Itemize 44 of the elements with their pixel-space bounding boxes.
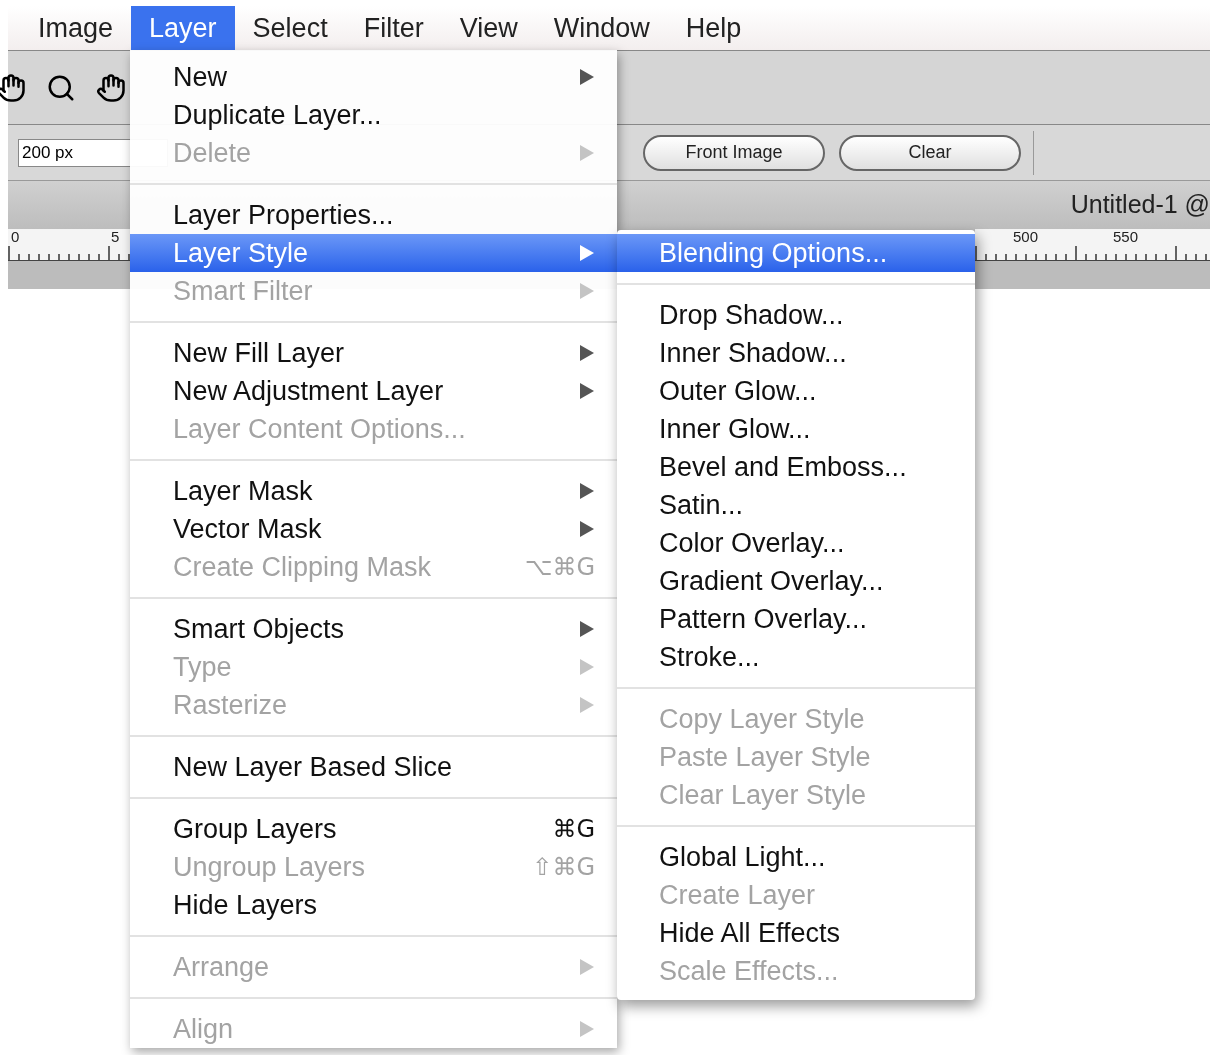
menu-item[interactable]: Gradient Overlay...	[617, 562, 975, 600]
document-title: Untitled-1 @	[1070, 188, 1210, 220]
menu-item[interactable]: Duplicate Layer...	[130, 96, 617, 134]
menu-item[interactable]: New Adjustment Layer	[130, 372, 617, 410]
hand-icon[interactable]	[0, 72, 26, 103]
menu-item[interactable]: Color Overlay...	[617, 524, 975, 562]
shortcut-text: ⌘G	[552, 814, 595, 845]
menu-item[interactable]: Layer Properties...	[130, 196, 617, 234]
shortcut-text: ⇧⌘G	[532, 852, 595, 883]
ruler-label: 0	[11, 229, 20, 244]
menu-bar-item[interactable]: View	[441, 6, 536, 50]
menu-item[interactable]: Vector Mask	[130, 510, 617, 548]
menu-bar-item[interactable]: Filter	[345, 6, 442, 50]
toolbar-button[interactable]: Clear	[839, 134, 1021, 171]
ruler-label: 500	[1013, 229, 1039, 244]
hand-icon[interactable]	[96, 72, 126, 103]
menu-item[interactable]: New Layer Based Slice	[130, 748, 617, 786]
menu-item[interactable]: Layer Mask	[130, 472, 617, 510]
menu-item[interactable]: New	[130, 58, 617, 96]
menu-item[interactable]: Outer Glow...	[617, 372, 975, 410]
menu-item[interactable]: Hide All Effects	[617, 914, 975, 952]
menu-item[interactable]: Pattern Overlay...	[617, 600, 975, 638]
menu-item[interactable]: New Fill Layer	[130, 334, 617, 372]
menu-item[interactable]: Hide Layers	[130, 886, 617, 924]
ruler-label: 5	[111, 229, 120, 244]
toolbar-button[interactable]: Front Image	[643, 134, 825, 171]
menu-bar-item[interactable]: Window	[535, 6, 668, 50]
menu-item[interactable]: Global Light...	[617, 838, 975, 876]
menu-item[interactable]: Blending Options...	[617, 234, 975, 272]
menu-item[interactable]: Drop Shadow...	[617, 296, 975, 334]
menu-item[interactable]: Inner Glow...	[617, 410, 975, 448]
menu-item[interactable]: Stroke...	[617, 638, 975, 676]
shortcut-text: ⌥⌘G	[524, 552, 595, 583]
menu-item[interactable]: Inner Shadow...	[617, 334, 975, 372]
menu-item[interactable]: Bevel and Emboss...	[617, 448, 975, 486]
menu-item[interactable]: Layer Style	[130, 234, 617, 272]
menu-bar-item[interactable]: Select	[234, 6, 346, 50]
menu-item[interactable]: Satin...	[617, 486, 975, 524]
ruler-label: 550	[1113, 229, 1139, 244]
menu-bar-item[interactable]: Help	[667, 6, 760, 50]
menu-bar-item[interactable]: Layer	[131, 6, 235, 50]
menu-bar-item[interactable]: Image	[20, 6, 132, 50]
menu-item[interactable]: Group Layers ⌘G	[130, 810, 617, 848]
menu-item[interactable]: Smart Objects	[130, 610, 617, 648]
